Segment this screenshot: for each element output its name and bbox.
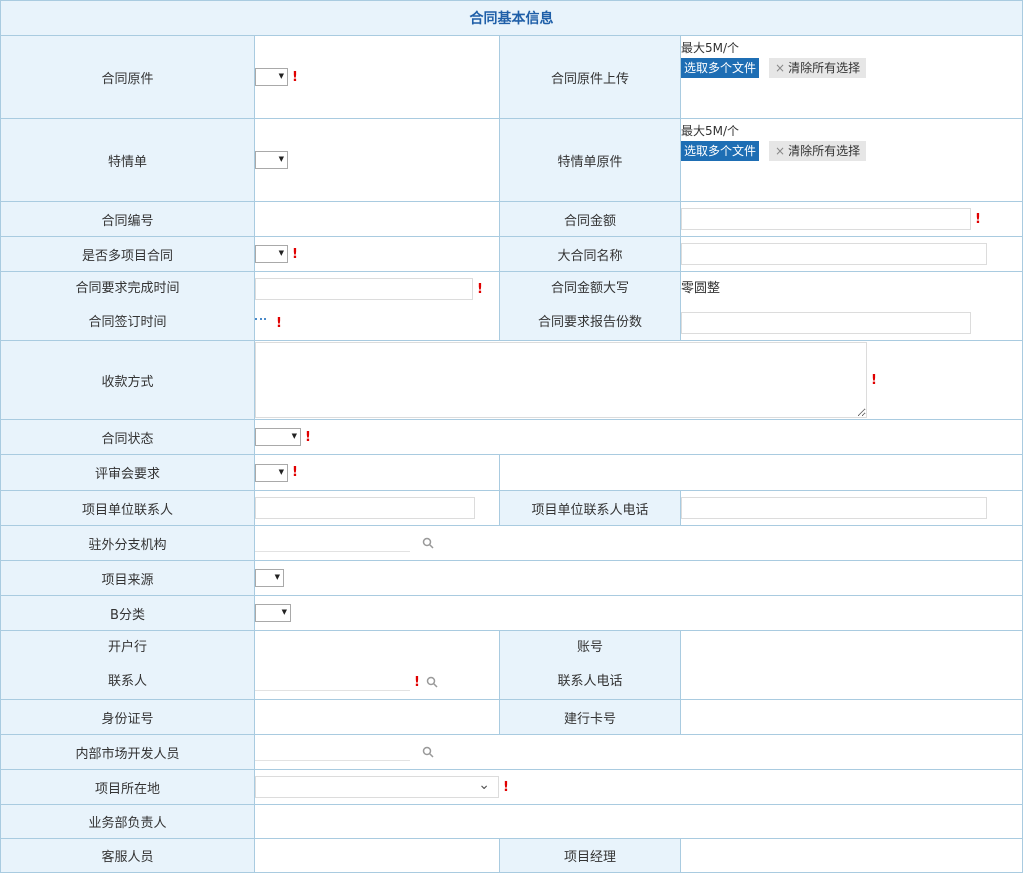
cell-contract-upload: 最大5M/个 选取多个文件 × 清除所有选择 [680, 35, 1023, 119]
required-finish-time-input[interactable] [255, 278, 473, 300]
cell-account-contact-phone [680, 630, 1023, 700]
big-contract-name-input[interactable] [681, 243, 987, 265]
clear-selection-label: 清除所有选择 [788, 144, 861, 158]
label-project-manager: 项目经理 [499, 838, 681, 873]
upload-limit-text: 最大5M/个 [681, 124, 740, 138]
required-mark: ! [292, 465, 298, 480]
cell-empty [499, 454, 1023, 491]
pick-files-button[interactable]: 选取多个文件 [681, 58, 760, 78]
label-ccb-card: 建行卡号 [499, 699, 681, 735]
project-contact-phone-input[interactable] [681, 497, 987, 519]
required-mark: ! [305, 429, 311, 445]
label-project-contact: 项目单位联系人 [0, 490, 255, 526]
required-mark: ! [871, 372, 877, 388]
upload-limit-text: 最大5M/个 [681, 41, 740, 55]
calendar-icon[interactable] [255, 318, 266, 328]
required-mark: ! [414, 674, 420, 690]
branch-org-input[interactable] [255, 534, 410, 552]
label-branch-org: 驻外分支机构 [0, 525, 255, 561]
cell-special-doc [254, 118, 500, 202]
search-icon[interactable] [422, 746, 434, 758]
payment-method-textarea[interactable] [255, 342, 867, 418]
cell-biz-owner [254, 804, 1023, 839]
required-mark: ! [503, 779, 509, 795]
cell-customer-service [254, 838, 500, 873]
label-contact: 联系人 [107, 674, 147, 689]
project-location-select[interactable] [255, 776, 499, 798]
label-contact-phone: 联系人电话 [557, 674, 623, 689]
report-copies-input[interactable] [681, 312, 971, 334]
contract-amount-input[interactable] [681, 208, 971, 230]
cell-ccb-card [680, 699, 1023, 735]
section-title: 合同基本信息 [0, 0, 1023, 36]
label-id-no: 身份证号 [0, 699, 255, 735]
label-bank: 开户行 [107, 640, 147, 655]
is-multi-project-select[interactable] [255, 245, 288, 263]
label-payment-method: 收款方式 [0, 340, 255, 420]
label-special-doc: 特情单 [0, 118, 255, 202]
close-icon: × [775, 61, 786, 75]
label-is-multi-project: 是否多项目合同 [0, 236, 255, 272]
label-special-doc-original: 特情单原件 [499, 118, 681, 202]
contact-input[interactable] [255, 673, 410, 691]
label-b-category: B分类 [0, 595, 255, 631]
label-big-contract-name: 大合同名称 [499, 236, 681, 272]
search-icon[interactable] [426, 676, 438, 688]
clear-selection-button[interactable]: × 清除所有选择 [769, 141, 867, 161]
project-source-select[interactable] [255, 569, 284, 587]
clear-selection-label: 清除所有选择 [788, 61, 861, 75]
contract-status-select[interactable] [255, 428, 301, 446]
cell-special-doc-upload: 最大5M/个 选取多个文件 × 清除所有选择 [680, 118, 1023, 202]
label-project-source: 项目来源 [0, 560, 255, 596]
contract-basic-info-form: 合同基本信息 合同原件 ! 合同原件上传 最大5M/个 选取多个文件×清除所有选… [0, 0, 1023, 873]
contract-original-select[interactable] [255, 68, 288, 86]
label-contract-original: 合同原件 [0, 35, 255, 119]
cell-contract-original: ! [254, 35, 500, 119]
pick-files-button[interactable]: 选取多个文件 [681, 141, 760, 161]
clear-selection-button[interactable]: × 清除所有选择 [769, 58, 867, 78]
amount-in-words-value: 零圆整 [681, 281, 721, 296]
label-customer-service: 客服人员 [0, 838, 255, 873]
label-required-finish-time: 合同要求完成时间 [75, 281, 180, 296]
label-sign-time: 合同签订时间 [88, 315, 167, 330]
required-mark: ! [975, 211, 981, 227]
special-doc-select[interactable] [255, 151, 288, 169]
label-biz-owner: 业务部负责人 [0, 804, 255, 839]
label-contract-original-upload: 合同原件上传 [499, 35, 681, 119]
internal-dev-input[interactable] [255, 743, 410, 761]
label-account-no: 账号 [576, 640, 603, 655]
label-review-required: 评审会要求 [0, 454, 255, 491]
review-required-select[interactable] [255, 463, 288, 482]
cell-contract-no [254, 201, 500, 237]
required-mark: ! [292, 246, 298, 262]
search-icon[interactable] [422, 537, 434, 549]
required-mark: ! [276, 315, 282, 331]
label-report-copies: 合同要求报告份数 [537, 315, 642, 330]
required-mark: ! [477, 281, 483, 297]
project-contact-input[interactable] [255, 497, 475, 519]
label-contract-status: 合同状态 [0, 419, 255, 455]
label-project-contact-phone: 项目单位联系人电话 [499, 490, 681, 526]
label-contract-no: 合同编号 [0, 201, 255, 237]
cell-project-manager [680, 838, 1023, 873]
cell-id-no [254, 699, 500, 735]
label-amount-in-words: 合同金额大写 [550, 281, 629, 296]
label-contract-amount: 合同金额 [499, 201, 681, 237]
required-mark: ! [292, 69, 298, 85]
label-internal-dev: 内部市场开发人员 [0, 734, 255, 770]
close-icon: × [775, 144, 786, 158]
label-project-location: 项目所在地 [0, 769, 255, 805]
b-category-select[interactable] [255, 604, 291, 622]
